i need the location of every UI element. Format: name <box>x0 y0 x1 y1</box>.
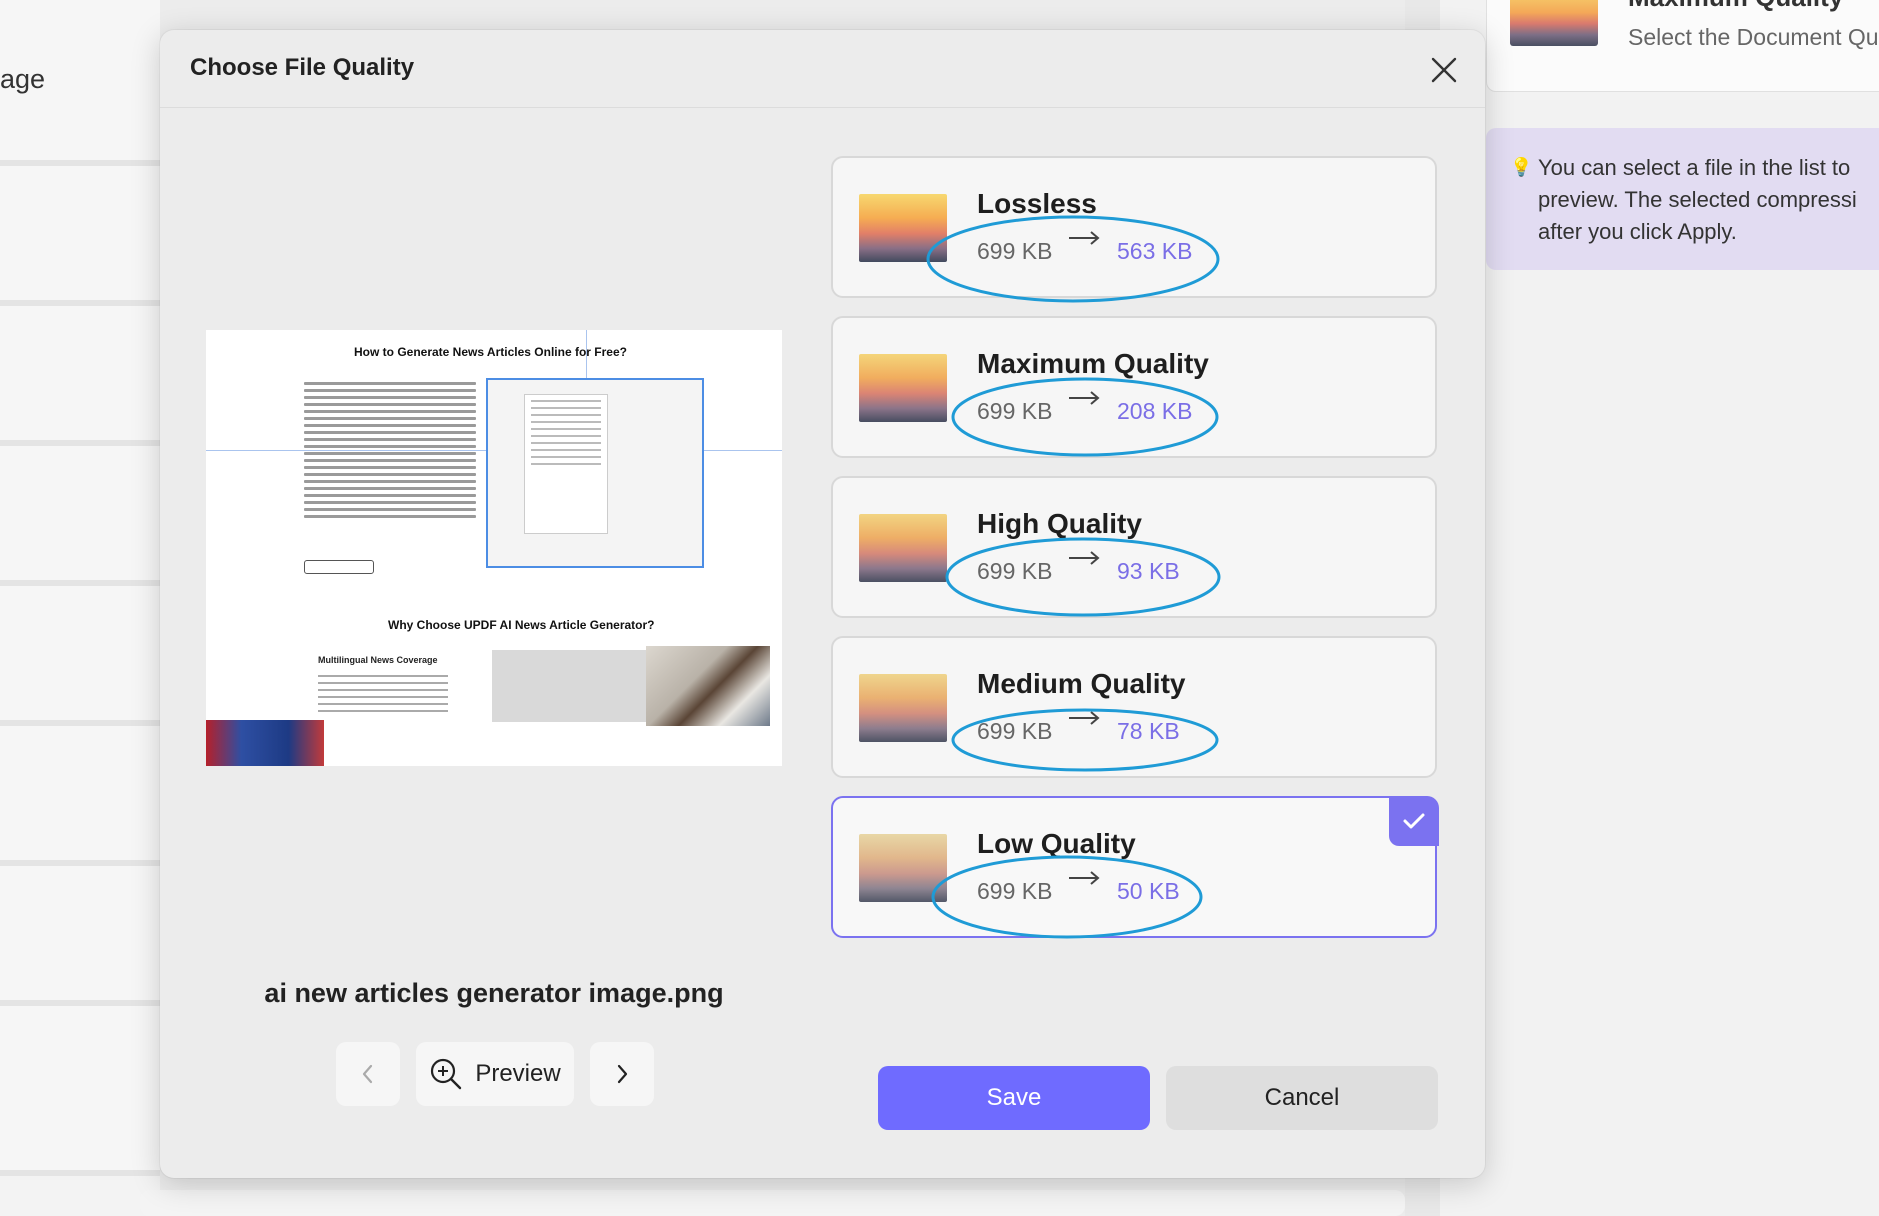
preview-heading: How to Generate News Articles Online for… <box>354 345 627 359</box>
original-size: 699 KB <box>977 718 1053 744</box>
file-preview-image: How to Generate News Articles Online for… <box>206 330 782 766</box>
preview-button[interactable]: Preview <box>416 1042 574 1106</box>
preview-heading-2: Why Choose UPDF AI News Article Generato… <box>388 618 655 632</box>
preview-photo <box>646 646 770 726</box>
quality-option-low[interactable]: Low Quality 699 KB 50 KB <box>831 796 1439 939</box>
tip-text: You can select a file in the list to pre… <box>1538 155 1857 244</box>
dialog-title: Choose File Quality <box>190 54 415 81</box>
arrow-right-icon <box>1069 551 1100 565</box>
option-title: Medium Quality <box>977 668 1186 699</box>
option-title: Low Quality <box>977 828 1136 859</box>
option-thumbnail <box>859 674 947 742</box>
option-thumbnail <box>859 514 947 582</box>
background-row <box>0 866 160 1006</box>
quality-option-high[interactable]: High Quality 699 KB 93 KB <box>831 476 1437 618</box>
compressed-size: 50 KB <box>1117 878 1180 904</box>
compressed-size: 563 KB <box>1117 238 1193 264</box>
quality-option-medium[interactable]: Medium Quality 699 KB 78 KB <box>831 636 1437 778</box>
arrow-right-icon <box>1069 871 1100 885</box>
cancel-button[interactable]: Cancel <box>1166 1066 1438 1130</box>
compressed-size: 93 KB <box>1117 558 1180 584</box>
arrow-right-icon <box>1069 391 1100 405</box>
option-thumbnail <box>859 834 947 902</box>
preview-button-shape <box>304 560 374 574</box>
option-title: Maximum Quality <box>977 348 1209 379</box>
option-thumbnail <box>859 194 947 262</box>
background-row <box>0 726 160 866</box>
background-row <box>0 166 160 306</box>
checkmark-icon <box>1403 813 1425 829</box>
next-file-button[interactable] <box>590 1042 654 1106</box>
background-bottom-strip <box>140 1190 1405 1216</box>
background-left-label: age <box>0 64 46 94</box>
compressed-size: 208 KB <box>1117 398 1193 424</box>
chevron-left-icon <box>362 1064 373 1084</box>
background-row <box>0 446 160 586</box>
preview-link-box <box>492 650 646 722</box>
background-row <box>0 1006 160 1176</box>
previous-file-button[interactable] <box>336 1042 400 1106</box>
chevron-right-icon <box>617 1064 628 1084</box>
preview-text-block <box>304 382 476 522</box>
zoom-in-icon <box>431 1058 462 1090</box>
compressed-size: 78 KB <box>1117 718 1180 744</box>
preview-button-label: Preview <box>475 1060 561 1087</box>
file-name: ai new articles generator image.png <box>264 978 724 1008</box>
background-card-title: Maximum Quality <box>1628 0 1843 13</box>
arrow-right-icon <box>1069 231 1100 245</box>
close-icon <box>1431 57 1457 83</box>
original-size: 699 KB <box>977 238 1053 264</box>
original-size: 699 KB <box>977 558 1053 584</box>
quality-option-maximum[interactable]: Maximum Quality 699 KB 208 KB <box>831 316 1437 458</box>
background-row <box>0 306 160 446</box>
save-button[interactable]: Save <box>878 1066 1150 1130</box>
background-card-subtitle: Select the Document Qu <box>1628 24 1879 50</box>
option-title: Lossless <box>977 188 1097 219</box>
background-card-thumbnail <box>1510 0 1598 46</box>
lightbulb-icon: 💡 <box>1510 157 1533 177</box>
original-size: 699 KB <box>977 878 1053 904</box>
option-title: High Quality <box>977 508 1142 539</box>
quality-option-lossless[interactable]: Lossless 699 KB 563 KB <box>831 156 1437 303</box>
arrow-right-icon <box>1069 711 1100 725</box>
close-button[interactable] <box>1424 50 1464 90</box>
preview-screenshot <box>486 378 704 568</box>
option-thumbnail <box>859 354 947 422</box>
background-left-panel: age <box>0 0 160 1216</box>
background-row <box>0 586 160 726</box>
preview-text-block <box>318 675 448 717</box>
original-size: 699 KB <box>977 398 1053 424</box>
preview-subheading: Multilingual News Coverage <box>318 655 438 665</box>
preview-photo <box>206 720 324 766</box>
choose-file-quality-dialog: Choose File Quality How to Generate News… <box>160 30 1485 1178</box>
selected-check-badge <box>1389 796 1439 846</box>
dialog-header: Choose File Quality <box>160 30 1485 108</box>
